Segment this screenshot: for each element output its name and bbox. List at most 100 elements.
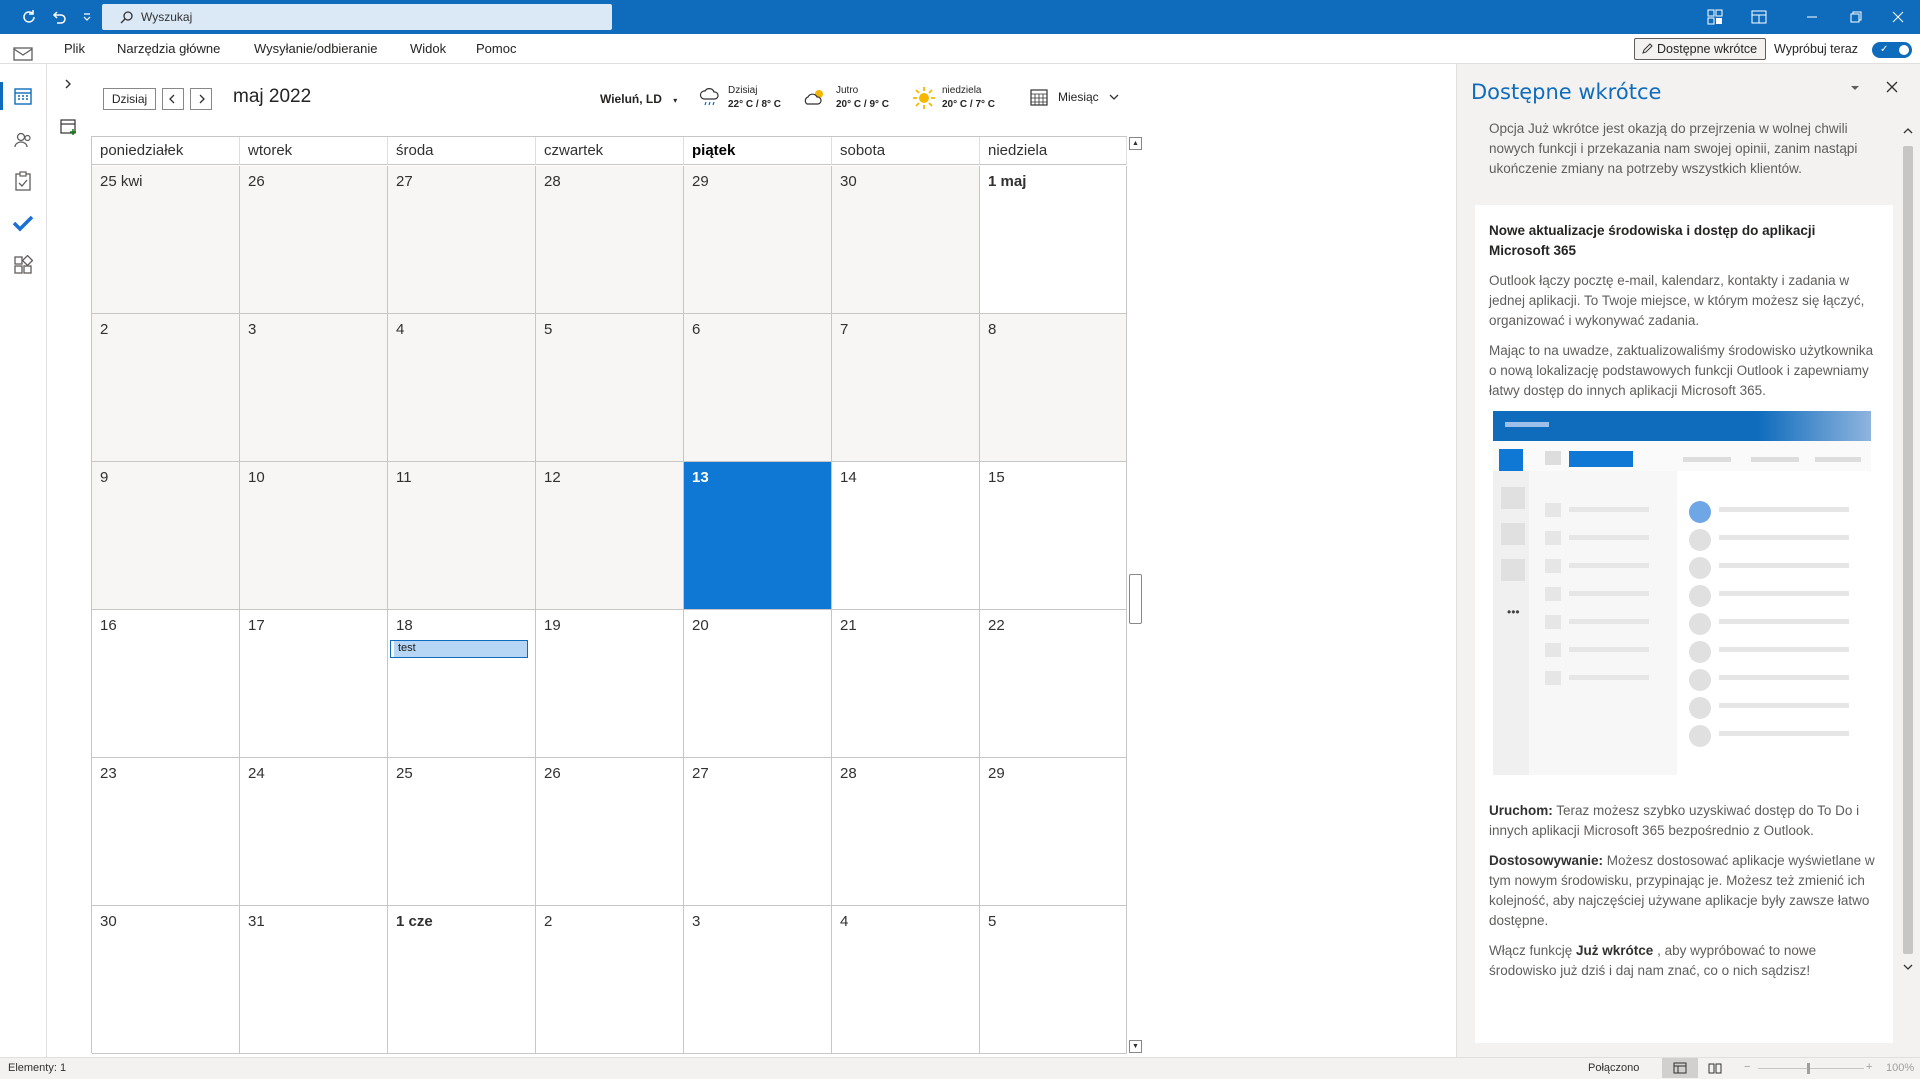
menu-help[interactable]: Pomoc [476,34,516,64]
close-pane-icon[interactable] [1885,80,1899,94]
coming-soon-toggle[interactable]: ✓ [1872,42,1912,58]
day-cell[interactable]: 7 [832,314,980,462]
day-cell[interactable]: 5 [980,906,1127,1054]
apps-icon[interactable] [9,251,37,279]
close-icon[interactable] [1876,0,1920,34]
menu-home[interactable]: Narzędzia główne [117,34,220,64]
day-cell[interactable]: 28 [536,166,684,314]
day-cell[interactable]: 28 [832,758,980,906]
day-cell[interactable]: 1 maj [980,166,1127,314]
sync-icon[interactable] [16,0,42,34]
status-bar: Elementy: 1 Połączono − + 100% [0,1057,1920,1079]
day-cell[interactable]: 21 [832,610,980,758]
day-cell[interactable]: 29 [684,166,832,314]
previous-month-button[interactable] [162,88,184,110]
day-cell[interactable]: 6 [684,314,832,462]
day-cell[interactable]: 10 [240,462,388,610]
undo-icon[interactable] [46,0,72,34]
weather-location[interactable]: Wieluń, LD ▾ [600,92,677,106]
day-cell[interactable]: 9 [92,462,240,610]
zoom-slider-thumb[interactable] [1807,1063,1810,1074]
day-cell[interactable]: 25 [388,758,536,906]
day-cell[interactable]: 26 [240,166,388,314]
menu-bar: Plik Narzędzia główne Wysyłanie/odbieran… [0,34,1920,64]
scrollbar-thumb[interactable] [1129,574,1142,624]
day-cell[interactable]: 20 [684,610,832,758]
mail-icon[interactable] [9,40,37,68]
scroll-down-icon[interactable]: ▼ [1129,1040,1142,1053]
pane-scrollbar-thumb[interactable] [1903,146,1913,954]
day-cell[interactable]: 27 [388,166,536,314]
day-number: 18 [396,617,413,634]
day-number: 5 [544,321,553,338]
day-cell[interactable]: 31 [240,906,388,1054]
day-number: 26 [544,765,561,782]
day-cell[interactable]: 29 [980,758,1127,906]
day-cell[interactable]: 17 [240,610,388,758]
next-month-button[interactable] [190,88,212,110]
coming-soon-button[interactable]: Dostępne wkrótce [1634,38,1766,60]
day-number: 10 [248,469,265,486]
day-cell[interactable]: 4 [388,314,536,462]
day-cell[interactable]: 4 [832,906,980,1054]
zoom-out-icon[interactable]: − [1744,1061,1750,1073]
zoom-slider[interactable] [1758,1068,1864,1069]
restore-icon[interactable] [1834,0,1878,34]
minimize-icon[interactable] [1790,0,1834,34]
todo-icon[interactable] [9,209,37,237]
calendar-event[interactable]: test [390,640,528,658]
ribbon-display-options-icon[interactable] [1744,0,1774,34]
weather-tomorrow[interactable]: Jutro 20° C / 9° C [802,84,889,112]
today-button[interactable]: Dzisiaj [103,88,156,110]
day-cell[interactable]: 13 [684,462,832,610]
day-cell[interactable]: 24 [240,758,388,906]
chevron-down-icon[interactable] [1849,82,1861,94]
zoom-in-icon[interactable]: + [1866,1061,1872,1073]
day-number: 1 maj [988,173,1027,190]
day-cell[interactable]: 3 [684,906,832,1054]
quick-access-dropdown-icon[interactable] [78,0,96,34]
expand-folder-pane-icon[interactable] [62,78,74,90]
reading-view-icon[interactable] [1708,1062,1722,1074]
day-cell[interactable]: 8 [980,314,1127,462]
menu-file[interactable]: Plik [64,34,85,64]
view-switcher[interactable]: Miesiąc [1030,88,1119,106]
chevron-right-icon [196,94,206,104]
pane-scrollbar[interactable] [1899,124,1917,1042]
day-cell[interactable]: 23 [92,758,240,906]
day-cell[interactable]: 30 [832,166,980,314]
tasks-icon[interactable] [9,167,37,195]
chevron-down-icon[interactable] [1903,962,1913,972]
day-cell[interactable]: 22 [980,610,1127,758]
day-cell[interactable]: 11 [388,462,536,610]
day-cell[interactable]: 15 [980,462,1127,610]
day-cell[interactable]: 25 kwi [92,166,240,314]
people-icon[interactable] [9,126,37,154]
weather-today[interactable]: Dzisiaj 22° C / 8° C [698,84,781,112]
coming-soon-grid-icon[interactable] [1700,0,1730,34]
menu-send-receive[interactable]: Wysyłanie/odbieranie [254,34,377,64]
calendar-icon[interactable] [9,82,37,110]
chevron-up-icon[interactable] [1903,126,1913,136]
day-cell[interactable]: 1 cze [388,906,536,1054]
normal-view-icon[interactable] [1662,1058,1698,1078]
day-cell[interactable]: 14 [832,462,980,610]
day-cell[interactable]: 12 [536,462,684,610]
calendar-scrollbar[interactable]: ▲ ▼ [1127,136,1145,1055]
day-cell[interactable]: 2 [92,314,240,462]
scroll-up-icon[interactable]: ▲ [1129,137,1142,150]
day-cell[interactable]: 30 [92,906,240,1054]
weather-sunday[interactable]: niedziela 20° C / 7° C [912,84,995,112]
day-cell[interactable]: 27 [684,758,832,906]
day-cell[interactable]: 5 [536,314,684,462]
day-cell[interactable]: 26 [536,758,684,906]
day-cell[interactable]: 19 [536,610,684,758]
weekday-header: czwartek [536,137,684,165]
new-event-icon[interactable] [60,118,78,136]
day-cell[interactable]: 18 test [388,610,536,758]
day-cell[interactable]: 2 [536,906,684,1054]
menu-view[interactable]: Widok [410,34,446,64]
day-cell[interactable]: 3 [240,314,388,462]
search-input[interactable]: Wyszukaj [102,4,612,30]
day-cell[interactable]: 16 [92,610,240,758]
